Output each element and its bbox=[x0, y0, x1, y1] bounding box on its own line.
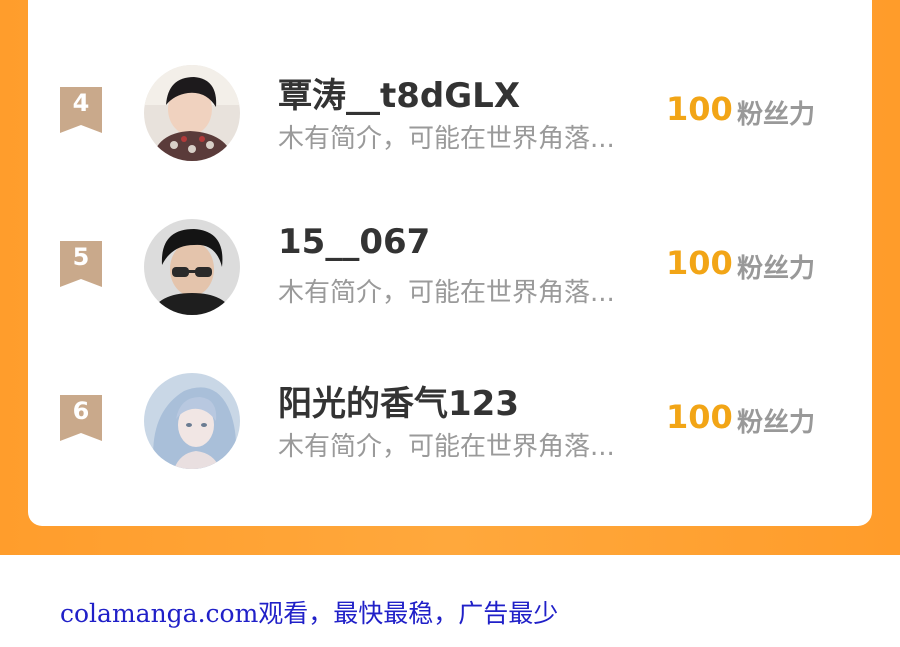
fan-score-value: 100 bbox=[666, 244, 733, 282]
user-bio: 木有简介，可能在世界角落... bbox=[278, 432, 615, 462]
ranking-row[interactable]: 5 15__067 木有简介，可能在世界角落... 100 粉丝力 bbox=[28, 216, 872, 316]
rank-number: 5 bbox=[72, 243, 90, 271]
rank-badge: 4 bbox=[60, 87, 102, 135]
user-avatar-icon[interactable] bbox=[144, 65, 240, 161]
rank-number: 6 bbox=[72, 397, 90, 425]
ranking-row[interactable]: 6 阳光的香气123 木有简介，可能在世界角落... 100 粉丝力 bbox=[28, 370, 872, 470]
fan-score-label: 粉丝力 bbox=[737, 254, 816, 284]
fan-score-value: 100 bbox=[666, 90, 733, 128]
fan-score-label: 粉丝力 bbox=[737, 408, 816, 438]
user-bio: 木有简介，可能在世界角落... bbox=[278, 278, 615, 308]
footer-watermark-text: colamanga.com观看，最快最稳，广告最少 bbox=[60, 599, 559, 628]
user-avatar-icon[interactable] bbox=[144, 373, 240, 469]
fan-score-label: 粉丝力 bbox=[737, 100, 816, 130]
rank-badge: 5 bbox=[60, 241, 102, 289]
rank-badge: 6 bbox=[60, 395, 102, 443]
user-name[interactable]: 覃涛__t8dGLX bbox=[278, 68, 520, 117]
rank-number: 4 bbox=[72, 89, 90, 117]
fan-score-value: 100 bbox=[666, 398, 733, 436]
user-name[interactable]: 15__067 bbox=[278, 222, 430, 262]
user-avatar-icon[interactable] bbox=[144, 219, 240, 315]
ranking-row[interactable]: 4 覃涛__t8dGLX 木有简介，可能在世界角落... 100 粉丝力 bbox=[28, 62, 872, 162]
user-name[interactable]: 阳光的香气123 bbox=[278, 376, 519, 425]
user-bio: 木有简介，可能在世界角落... bbox=[278, 124, 615, 154]
